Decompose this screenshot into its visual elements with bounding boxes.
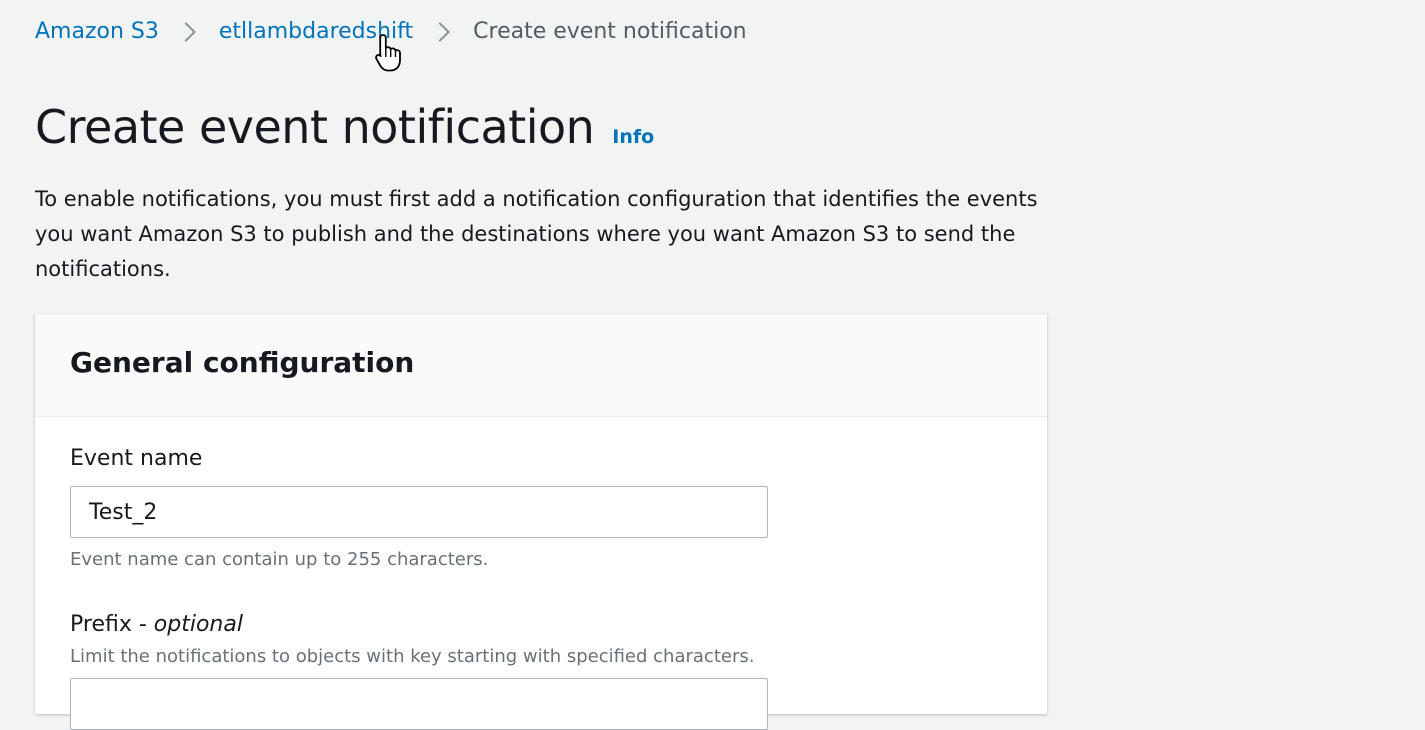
chevron-right-icon [175, 21, 196, 42]
breadcrumb-amazon-s3-link[interactable]: Amazon S3 [35, 19, 159, 44]
prefix-label: Prefix - optional [70, 612, 243, 637]
prefix-label-text: Prefix [70, 612, 132, 637]
page-description: To enable notifications, you must first … [35, 187, 1038, 281]
general-configuration-panel: General configuration Event name Event n… [35, 314, 1047, 730]
panel-title: General configuration [70, 346, 415, 379]
prefix-input[interactable] [70, 678, 768, 730]
event-name-hint: Event name can contain up to 255 charact… [70, 549, 489, 570]
panel-header: General configuration [35, 314, 1047, 417]
event-name-input[interactable] [70, 486, 768, 538]
prefix-description: Limit the notifications to objects with … [70, 646, 755, 667]
info-link[interactable]: Info [612, 126, 654, 148]
event-name-label: Event name [70, 446, 203, 471]
page-title: Create event notification [35, 100, 595, 154]
chevron-right-icon [430, 21, 451, 42]
optional-tag: optional [153, 612, 243, 637]
breadcrumb-current-page: Create event notification [473, 19, 747, 44]
hand-pointer-cursor-icon [375, 34, 401, 72]
page-header: Create event notification Info [35, 100, 654, 154]
